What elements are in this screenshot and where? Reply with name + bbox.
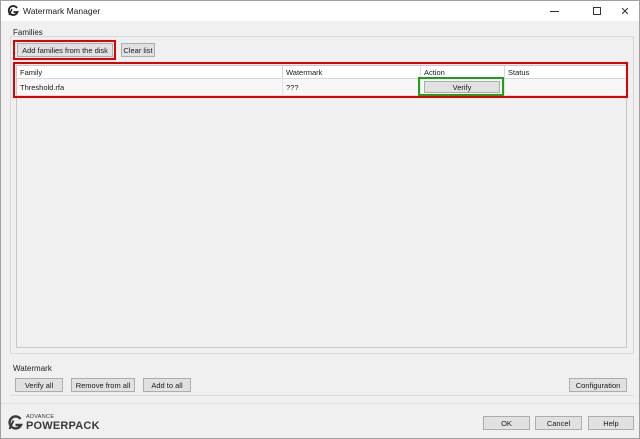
cell-action: Verify [421, 79, 505, 96]
cell-status [505, 79, 626, 96]
advance-powerpack-logo: ADVANCE POWERPACK [7, 412, 127, 434]
cell-watermark: ??? [283, 79, 421, 96]
ok-button[interactable]: OK [483, 416, 530, 430]
logo-powerpack-text: POWERPACK [26, 420, 100, 432]
close-icon: ✕ [620, 5, 630, 18]
table-row[interactable]: Threshold.rfa ??? Verify [17, 79, 626, 96]
close-button[interactable]: ✕ [608, 1, 640, 21]
minimize-icon [549, 10, 559, 12]
maximize-icon [593, 7, 601, 15]
help-button[interactable]: Help [588, 416, 634, 430]
column-header-action[interactable]: Action [421, 66, 505, 79]
window-title: Watermark Manager [23, 6, 101, 16]
column-header-status[interactable]: Status [505, 66, 626, 79]
cell-family: Threshold.rfa [17, 79, 283, 96]
verify-all-button[interactable]: Verify all [15, 378, 63, 392]
app-logo-icon [7, 5, 19, 16]
powerpack-logo-icon [8, 415, 23, 430]
add-to-all-button[interactable]: Add to all [143, 378, 191, 392]
verify-button[interactable]: Verify [424, 81, 500, 93]
clear-list-button[interactable]: Clear list [121, 43, 155, 57]
column-header-family[interactable]: Family [17, 66, 283, 79]
title-bar[interactable]: Watermark Manager ✕ [1, 1, 639, 21]
remove-from-all-button[interactable]: Remove from all [71, 378, 135, 392]
column-header-watermark[interactable]: Watermark [283, 66, 421, 79]
configuration-button[interactable]: Configuration [569, 378, 627, 392]
families-table: Family Watermark Action Status Threshold… [16, 65, 627, 348]
add-families-button[interactable]: Add families from the disk [17, 43, 113, 57]
watermark-manager-window: Watermark Manager ✕ Families Add familie… [0, 0, 640, 439]
table-header: Family Watermark Action Status [17, 66, 626, 79]
minimize-button[interactable] [537, 1, 571, 21]
cancel-button[interactable]: Cancel [535, 416, 582, 430]
footer-divider [1, 403, 639, 404]
